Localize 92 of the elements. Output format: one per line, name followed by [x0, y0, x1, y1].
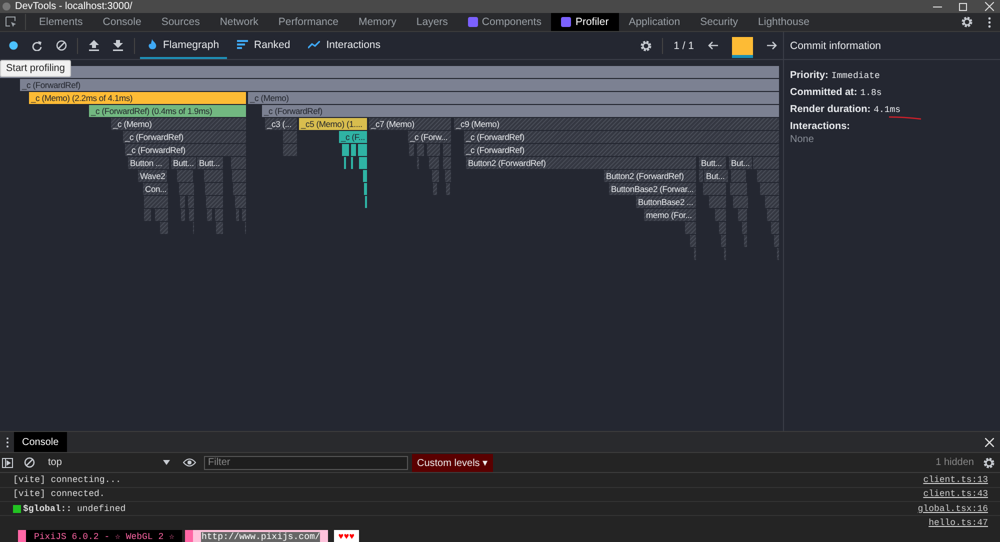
- devtools-tab[interactable]: Elements: [29, 13, 93, 31]
- flame-bar[interactable]: _c (ForwardRef): [123, 131, 247, 143]
- flame-bar[interactable]: [358, 144, 368, 156]
- source-link[interactable]: client.ts:13: [923, 474, 988, 485]
- flame-bar[interactable]: _c (F...: [339, 131, 368, 143]
- devtools-tab[interactable]: Performance: [268, 13, 348, 31]
- flame-bar[interactable]: _c9 (Memo): [454, 118, 780, 130]
- commit-bar[interactable]: [732, 36, 753, 58]
- field-label: Interactions:: [790, 121, 852, 132]
- view-mode-tab[interactable]: Interactions: [300, 32, 389, 59]
- filter-field[interactable]: Filter: [204, 456, 408, 470]
- flame-bar[interactable]: Wave2: [138, 170, 168, 182]
- field-label: Committed at:: [790, 87, 858, 98]
- flame-bar[interactable]: [344, 157, 347, 169]
- devtools-tab[interactable]: Network: [210, 13, 268, 31]
- flame-bar[interactable]: Butt...: [197, 157, 224, 169]
- flame-bar[interactable]: _c (Memo): [111, 118, 247, 130]
- banner-stripe: [185, 530, 194, 542]
- banner-text: PixiJS 6.0.2 - ☆ WebGL 2 ☆: [26, 530, 182, 542]
- hidden-count: 1 hidden: [936, 457, 974, 468]
- view-mode-tab[interactable]: Ranked: [229, 32, 298, 59]
- flame-bar[interactable]: _c (Memo): [248, 92, 780, 104]
- flame-bar[interactable]: [351, 157, 354, 169]
- flame-icon: [148, 39, 157, 50]
- view-mode-tab[interactable]: Flamegraph: [140, 32, 228, 59]
- log-message: [vite] connecting...: [13, 474, 122, 485]
- source-link[interactable]: hello.ts:47: [928, 518, 988, 528]
- status-square-icon: [13, 504, 21, 513]
- field-label: Priority:: [790, 70, 828, 81]
- ranked-icon: [237, 40, 248, 49]
- devtools-tab[interactable]: Components: [458, 13, 552, 31]
- flame-bar[interactable]: _c (ForwardRef): [125, 144, 247, 156]
- devtools-tab[interactable]: Profiler: [551, 13, 619, 31]
- window-title: DevTools - localhost:3000/: [15, 1, 132, 12]
- banner-hearts: ♥♥♥: [334, 530, 358, 542]
- field-label: Render duration:: [790, 104, 871, 115]
- field-value: Immediate: [831, 71, 880, 81]
- context-dropdown[interactable]: top: [44, 457, 174, 468]
- flame-bar[interactable]: _c (ForwardRef): [464, 144, 780, 156]
- flame-bar[interactable]: But...: [704, 170, 729, 182]
- devtools-tab[interactable]: Layers: [406, 13, 458, 31]
- log-message: [vite] connected.: [13, 489, 105, 500]
- drawer-tab[interactable]: Console: [14, 432, 67, 452]
- flame-bar[interactable]: ButtonBase2 ...: [636, 196, 697, 208]
- devtools-tab[interactable]: Sources: [151, 13, 210, 31]
- panel-title: Commit information: [790, 40, 882, 52]
- devtools-tab[interactable]: Security: [690, 13, 748, 31]
- flame-bar[interactable]: Button2 (ForwardRef): [604, 170, 697, 182]
- log-levels-dropdown[interactable]: Custom levels ▾: [412, 454, 493, 472]
- devtools-tab[interactable]: Application: [618, 13, 690, 31]
- component-icon: [468, 17, 478, 27]
- tooltip: Start profiling: [0, 60, 71, 77]
- field-value: 1.8s: [860, 88, 882, 98]
- field-value: 4.1ms: [874, 105, 901, 115]
- flame-bar[interactable]: Button2 (ForwardRef): [466, 157, 697, 169]
- flame-bar[interactable]: Con...: [143, 183, 170, 195]
- flame-bar[interactable]: _c (Forw...: [408, 131, 452, 143]
- flame-bar[interactable]: Butt...: [699, 157, 727, 169]
- flame-bar[interactable]: _c5 (Memo) (1....: [299, 118, 368, 130]
- devtools-tab[interactable]: Memory: [348, 13, 406, 31]
- field-value: None: [790, 134, 815, 145]
- banner-link[interactable]: http://www.pixijs.com/: [193, 530, 328, 542]
- underline-mark: [888, 116, 922, 120]
- flame-bar[interactable]: _c (Memo) (2.2ms of 4.1ms): [29, 92, 247, 104]
- flame-bar[interactable]: ButtonBase2 (Forwar...: [609, 183, 697, 195]
- flame-bar[interactable]: [351, 144, 357, 156]
- flame-bar[interactable]: [363, 170, 368, 182]
- flame-bar[interactable]: [342, 144, 350, 156]
- flame-bar[interactable]: Butt...: [171, 157, 197, 169]
- flame-bar[interactable]: memo (For...: [644, 209, 697, 221]
- app-icon: [2, 2, 11, 11]
- caret-icon: [163, 460, 170, 466]
- flame-bar[interactable]: _c (ForwardRef): [464, 131, 780, 143]
- line-chart-icon: [308, 40, 320, 48]
- log-message: $global:: undefined: [23, 504, 126, 514]
- source-link[interactable]: global.tsx:16: [918, 504, 988, 514]
- flame-bar[interactable]: [364, 183, 368, 195]
- flame-bar[interactable]: _c (ForwardRef) (0.4ms of 1.9ms): [89, 105, 247, 117]
- flame-bar[interactable]: _c (ForwardRef): [262, 105, 780, 117]
- commit-counter: 1 / 1: [672, 40, 695, 52]
- flame-bar[interactable]: _c (ForwardRef): [20, 79, 780, 91]
- source-link[interactable]: client.ts:43: [923, 489, 988, 500]
- component-icon: [561, 17, 572, 27]
- flame-bar[interactable]: _c3 (...: [265, 118, 298, 130]
- devtools-tab[interactable]: Lighthouse: [748, 13, 820, 31]
- flame-bar[interactable]: _c7 (Memo): [369, 118, 452, 130]
- devtools-tab[interactable]: Console: [92, 13, 152, 31]
- flame-bar[interactable]: [359, 157, 368, 169]
- banner-stripe: [18, 530, 26, 542]
- flame-bar[interactable]: Button ...: [128, 157, 170, 169]
- flame-bar[interactable]: But...: [729, 157, 753, 169]
- flame-bar[interactable]: [365, 196, 368, 208]
